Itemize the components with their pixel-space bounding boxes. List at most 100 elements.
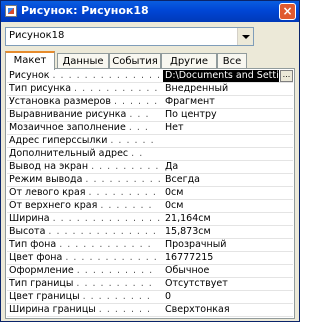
tab-layout[interactable]: Макет	[5, 51, 55, 70]
tab-events[interactable]: События	[109, 53, 161, 69]
tab-all[interactable]: Все	[217, 53, 247, 69]
leader-dots: . . . . . .	[113, 96, 159, 107]
property-row-picture[interactable]: Рисунок. . . . . . . . . . . . . . . D:\…	[7, 70, 293, 83]
property-row-visible[interactable]: Вывод на экран. . . . . . . . . Да	[7, 161, 293, 174]
property-name: Ширина границы	[9, 304, 96, 315]
property-value[interactable]: Сверхтонкая	[163, 304, 291, 316]
property-label: Адрес гиперссылки. . . . . .	[9, 135, 161, 148]
leader-dots: . . . . . . . . . . . .	[65, 252, 158, 263]
property-row-back-color[interactable]: Цвет фона. . . . . . . . . . . . 1677721…	[7, 252, 293, 265]
property-label: Ширина границы. . . . . . .	[9, 304, 161, 317]
leader-dots: . . . . . . . . . .	[76, 278, 153, 289]
property-value[interactable]: Прозрачный	[163, 239, 291, 251]
leader-dots: . . . . . . . . .	[91, 161, 160, 172]
property-label: От левого края. . . . . . . . .	[9, 187, 161, 200]
property-row-top[interactable]: От верхнего края. . . . . . . 0см	[7, 200, 293, 213]
property-name: Ширина	[9, 213, 50, 224]
leader-dots: . . . . . . .	[100, 200, 153, 211]
property-row-picture-alignment[interactable]: Выравнивание рисунка. . . По центру	[7, 109, 293, 122]
object-selector-value: Рисунок18	[9, 30, 65, 41]
property-value[interactable]: Всегда	[163, 174, 291, 186]
property-row-hyperlink-address[interactable]: Адрес гиперссылки. . . . . .	[7, 135, 293, 148]
property-value[interactable]: 0см	[163, 187, 291, 199]
leader-dots: . . . . . . . . . . . .	[59, 239, 152, 250]
property-row-special-effect[interactable]: Оформление. . . . . . . . . . Обычное	[7, 265, 293, 278]
property-value[interactable]: 21,164см	[163, 213, 291, 225]
property-value[interactable]: 16777215	[163, 252, 291, 264]
property-name: Цвет границы	[9, 291, 80, 302]
property-label: Тип рисунка. . . . . . . . . . . .	[9, 83, 161, 96]
property-value[interactable]: Фрагмент	[163, 96, 291, 108]
property-row-width[interactable]: Ширина. . . . . . . . . . . . . . 21,164…	[7, 213, 293, 226]
tab-other[interactable]: Другие	[161, 53, 217, 69]
property-label: Рисунок. . . . . . . . . . . . . . .	[9, 70, 161, 83]
property-label: Цвет границы. . . . . . . . .	[9, 291, 161, 304]
leader-dots: . . . . . . . . . . . . . .	[48, 226, 157, 237]
leader-dots: . . . . . . .	[98, 304, 152, 315]
property-label: Выравнивание рисунка. . .	[9, 109, 161, 122]
property-label: Вывод на экран. . . . . . . . .	[9, 161, 161, 174]
property-name: Тип границы	[9, 278, 74, 289]
property-value[interactable]	[163, 148, 291, 160]
property-name: Цвет фона	[9, 252, 63, 263]
property-label: Цвет фона. . . . . . . . . . . .	[9, 252, 161, 265]
leader-dots: . . . . . . . . . . . . . . .	[52, 70, 161, 81]
property-row-size-mode[interactable]: Установка размеров. . . . . . Фрагмент	[7, 96, 293, 109]
property-row-border-color[interactable]: Цвет границы. . . . . . . . . 0	[7, 291, 293, 304]
property-name: Оформление	[9, 265, 74, 276]
property-value[interactable]: Нет	[163, 122, 291, 134]
property-value[interactable]: 0	[163, 291, 291, 303]
property-value[interactable]: Отсутствует	[163, 278, 291, 290]
property-row-display-when[interactable]: Режим вывода. . . . . . . . . . Всегда	[7, 174, 293, 187]
chevron-down-icon[interactable]	[237, 28, 253, 45]
window-title: Рисунок: Рисунок18	[21, 4, 149, 17]
property-row-hyperlink-subaddress[interactable]: Дополнительный адрес. .	[7, 148, 293, 161]
property-name: От верхнего края	[9, 200, 98, 211]
property-name: Вывод на экран	[9, 161, 89, 172]
property-value[interactable]: Обычное	[163, 265, 291, 277]
property-label: Мозаичное заполнение. . .	[9, 122, 161, 135]
property-row-height[interactable]: Высота. . . . . . . . . . . . . . 15,873…	[7, 226, 293, 239]
leader-dots: . . . . . .	[110, 135, 155, 146]
builder-button[interactable]: ...	[280, 70, 293, 82]
property-value[interactable]: D:\Documents and Settin	[163, 70, 279, 82]
property-label: Дополнительный адрес. .	[9, 148, 161, 161]
property-label: Установка размеров. . . . . .	[9, 96, 161, 109]
tab-data[interactable]: Данные	[57, 53, 109, 69]
leader-dots: . . . . . . . . .	[88, 187, 157, 198]
object-selector[interactable]: Рисунок18	[5, 27, 254, 46]
property-label: От верхнего края. . . . . . .	[9, 200, 161, 213]
property-row-back-style[interactable]: Тип фона. . . . . . . . . . . . Прозрачн…	[7, 239, 293, 252]
close-button[interactable]: ×	[279, 3, 296, 20]
property-row-border-style[interactable]: Тип границы. . . . . . . . . . Отсутству…	[7, 278, 293, 291]
property-name: Дополнительный адрес	[9, 148, 129, 159]
property-value[interactable]: Да	[163, 161, 291, 173]
property-value[interactable]: Внедренный	[163, 83, 291, 95]
property-row-tiling[interactable]: Мозаичное заполнение. . . Нет	[7, 122, 293, 135]
leader-dots: . . . . . . . . .	[82, 291, 151, 302]
property-value[interactable]: 0см	[163, 200, 291, 212]
property-row-left[interactable]: От левого края. . . . . . . . . 0см	[7, 187, 293, 200]
picture-icon	[5, 5, 17, 17]
property-name: Мозаичное заполнение	[9, 122, 126, 133]
property-name: Тип фона	[9, 239, 57, 250]
property-value[interactable]: По центру	[163, 109, 291, 121]
property-row-picture-type[interactable]: Тип рисунка. . . . . . . . . . . . Внедр…	[7, 83, 293, 96]
leader-dots: . . . . . . . . . . . .	[74, 83, 161, 94]
property-name: Установка размеров	[9, 96, 111, 107]
property-name: От левого края	[9, 187, 86, 198]
leader-dots: . . . . . . . . . .	[76, 265, 154, 276]
property-sheet: Рисунок. . . . . . . . . . . . . . . D:\…	[5, 68, 295, 319]
property-label: Режим вывода. . . . . . . . . .	[9, 174, 161, 187]
property-label: Ширина. . . . . . . . . . . . . .	[9, 213, 161, 226]
property-value[interactable]	[163, 135, 291, 147]
title-bar[interactable]: Рисунок: Рисунок18 ×	[1, 1, 299, 22]
leader-dots: . . .	[128, 122, 149, 133]
property-label: Тип границы. . . . . . . . . .	[9, 278, 161, 291]
property-row-border-width[interactable]: Ширина границы. . . . . . . Сверхтонкая	[7, 304, 293, 317]
property-value[interactable]: 15,873см	[163, 226, 291, 238]
property-name: Выравнивание рисунка	[9, 109, 127, 120]
property-name: Режим вывода	[9, 174, 83, 185]
property-name: Высота	[9, 226, 46, 237]
leader-dots: . . .	[129, 109, 150, 120]
